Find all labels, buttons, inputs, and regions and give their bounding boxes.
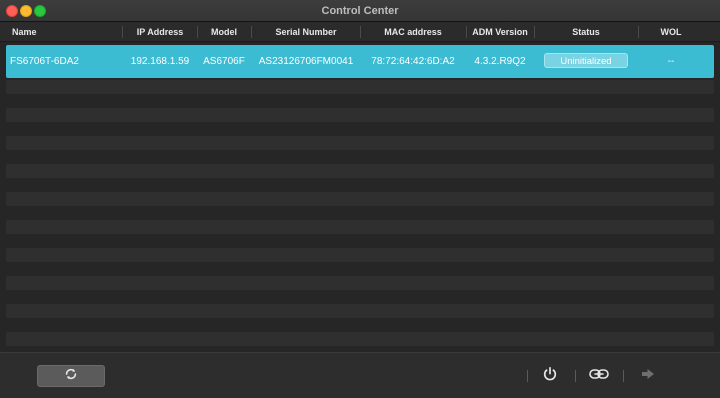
cell-name: FS6706T-6DA2: [10, 56, 79, 67]
column-header-adm-version[interactable]: ADM Version: [467, 22, 533, 42]
title-bar: Control Center: [0, 0, 720, 22]
arrow-right-icon: [641, 367, 655, 385]
empty-row: [6, 80, 714, 94]
status-badge: Uninitialized: [544, 53, 628, 68]
column-divider: [122, 26, 123, 38]
column-header-ip-address[interactable]: IP Address: [124, 22, 196, 42]
empty-row: [6, 220, 714, 234]
control-center-window: Control Center Name IP Address Model Ser…: [0, 0, 720, 398]
cell-wol: --: [667, 56, 675, 67]
power-icon: [542, 366, 558, 387]
empty-row: [6, 192, 714, 206]
toolbar-divider: [575, 370, 576, 382]
empty-row: [6, 276, 714, 290]
empty-row: [6, 248, 714, 262]
column-header-wol[interactable]: WOL: [639, 22, 703, 42]
table-row[interactable]: FS6706T-6DA2 192.168.1.59 AS6706F AS2312…: [6, 45, 714, 78]
column-header-status[interactable]: Status: [535, 22, 637, 42]
bottom-toolbar: [0, 352, 720, 398]
toolbar-divider: [623, 370, 624, 382]
window-title: Control Center: [321, 5, 399, 17]
cell-model: AS6706F: [203, 56, 245, 67]
cell-serial-number: AS23126706FM0041: [258, 56, 354, 67]
power-button[interactable]: [540, 366, 560, 386]
toolbar-divider: [527, 370, 528, 382]
cell-mac-address: 78:72:64:42:6D:A2: [371, 56, 455, 67]
device-table: FS6706T-6DA2 192.168.1.59 AS6706F AS2312…: [0, 42, 720, 352]
next-button[interactable]: [638, 366, 658, 386]
cell-ip-address: 192.168.1.59: [130, 56, 190, 67]
link-button[interactable]: [589, 366, 609, 386]
link-icon: [589, 367, 609, 385]
column-header-model[interactable]: Model: [198, 22, 250, 42]
empty-row: [6, 332, 714, 346]
cell-adm-version: 4.3.2.R9Q2: [474, 56, 526, 67]
table-header: Name IP Address Model Serial Number MAC …: [0, 22, 720, 42]
column-header-serial-number[interactable]: Serial Number: [252, 22, 360, 42]
empty-row: [6, 304, 714, 318]
empty-row: [6, 136, 714, 150]
empty-row: [6, 164, 714, 178]
column-header-mac-address[interactable]: MAC address: [361, 22, 465, 42]
column-header-name[interactable]: Name: [12, 22, 37, 42]
empty-row: [6, 108, 714, 122]
refresh-icon: [64, 367, 78, 386]
refresh-button[interactable]: [37, 365, 105, 387]
